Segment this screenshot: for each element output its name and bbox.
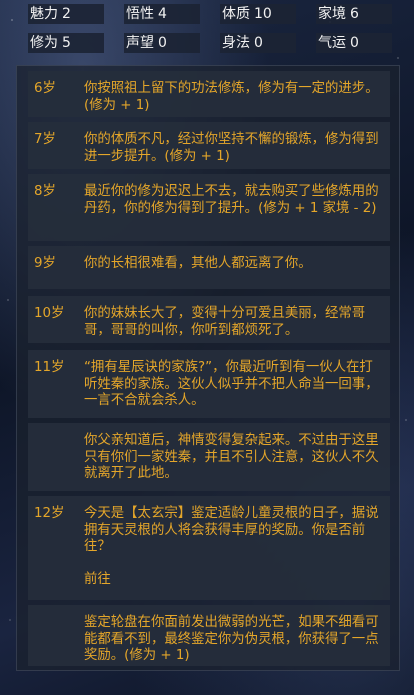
stat-value: 0: [158, 35, 167, 51]
stat-label: 修为: [30, 35, 58, 51]
log-entry: 你父亲知道后，神情变得复杂起来。不过由于这里只有你们一家姓秦，并且不引人注意，这…: [28, 423, 390, 491]
life-event-log[interactable]: 6岁 你按照祖上留下的功法修炼，修为有一定的进步。(修为 + 1) 7岁 你的体…: [16, 65, 400, 671]
log-entry: 8岁 最近你的修为迟迟上不去，就去购买了些修炼用的丹药，你的修为得到了提升。(修…: [28, 174, 390, 241]
stat-label: 家境: [318, 6, 346, 22]
stat-value: 0: [350, 35, 359, 51]
entry-text: 你父亲知道后，神情变得复杂起来。不过由于这里只有你们一家姓秦，并且不引人注意，这…: [84, 433, 384, 483]
log-entry: 11岁 “拥有星辰诀的家族?”，你最近听到有一伙人在打听姓秦的家族。这伙人似乎并…: [28, 350, 390, 418]
entry-line: 你的妹妹长大了，变得十分可爱且美丽，经常哥哥，哥哥的叫你，你听到都烦死了。: [84, 306, 366, 338]
stat-charm: 魅力 2: [28, 4, 104, 24]
stat-value: 0: [254, 35, 263, 51]
entry-line: 你按照祖上留下的功法修炼，修为有一定的进步。(修为 + 1): [84, 81, 379, 113]
stat-label: 气运: [318, 35, 346, 51]
entry-age: 10岁: [34, 306, 65, 321]
stat-label: 体质: [222, 6, 250, 22]
log-entry: 12岁 今天是【太玄宗】鉴定适龄儿童灵根的日子，据说拥有天灵根的人将会获得丰厚的…: [28, 496, 390, 600]
stat-value: 2: [62, 6, 71, 22]
log-entry: 鉴定轮盘在你面前发出微弱的光芒，如果不细看可能都看不到，最终鉴定你为伪灵根，你获…: [28, 605, 390, 666]
entry-age: 7岁: [34, 132, 56, 147]
stat-agility: 身法 0: [220, 33, 296, 53]
entry-text: “拥有星辰诀的家族?”，你最近听到有一伙人在打听姓秦的家族。这伙人似乎并不把人命…: [84, 360, 384, 410]
entry-line: 今天是【太玄宗】鉴定适龄儿童灵根的日子，据说拥有天灵根的人将会获得丰厚的奖励。你…: [84, 506, 379, 554]
entry-text: 最近你的修为迟迟上不去，就去购买了些修炼用的丹药，你的修为得到了提升。(修为 +…: [84, 184, 384, 217]
entry-text: 今天是【太玄宗】鉴定适龄儿童灵根的日子，据说拥有天灵根的人将会获得丰厚的奖励。你…: [84, 506, 384, 588]
log-entry: 7岁 你的体质不凡，经过你坚持不懈的锻炼，修为得到进一步提升。(修为 + 1): [28, 122, 390, 169]
entry-text: 鉴定轮盘在你面前发出微弱的光芒，如果不细看可能都看不到，最终鉴定你为伪灵根，你获…: [84, 615, 384, 665]
stat-value: 5: [62, 35, 71, 51]
entry-choice: 前往: [84, 571, 111, 587]
stat-value: 10: [254, 6, 272, 22]
stat-constitution: 体质 10: [220, 4, 296, 24]
entry-text: 你按照祖上留下的功法修炼，修为有一定的进步。(修为 + 1): [84, 81, 384, 114]
log-entry: 6岁 你按照祖上留下的功法修炼，修为有一定的进步。(修为 + 1): [28, 71, 390, 117]
stat-value: 6: [350, 6, 359, 22]
entry-line: 鉴定轮盘在你面前发出微弱的光芒，如果不细看可能都看不到，最终鉴定你为伪灵根，你获…: [84, 615, 379, 663]
stat-cultivation: 修为 5: [28, 33, 104, 53]
stat-label: 身法: [222, 35, 250, 51]
stat-comprehension: 悟性 4: [124, 4, 200, 24]
entry-text: 你的长相很难看，其他人都远离了你。: [84, 256, 384, 273]
entry-text: 你的体质不凡，经过你坚持不懈的锻炼，修为得到进一步提升。(修为 + 1): [84, 132, 384, 165]
stat-family-wealth: 家境 6: [316, 4, 392, 24]
entry-text: 你的妹妹长大了，变得十分可爱且美丽，经常哥哥，哥哥的叫你，你听到都烦死了。: [84, 306, 384, 339]
entry-age: 6岁: [34, 81, 56, 96]
stat-reputation: 声望 0: [124, 33, 200, 53]
stat-label: 魅力: [30, 6, 58, 22]
stat-luck: 气运 0: [316, 33, 392, 53]
log-entry: 9岁 你的长相很难看，其他人都远离了你。: [28, 246, 390, 289]
log-entry: 10岁 你的妹妹长大了，变得十分可爱且美丽，经常哥哥，哥哥的叫你，你听到都烦死了…: [28, 296, 390, 343]
entry-age: 12岁: [34, 506, 65, 521]
entry-line: 你的体质不凡，经过你坚持不懈的锻炼，修为得到进一步提升。(修为 + 1): [84, 132, 379, 164]
stat-label: 声望: [126, 35, 154, 51]
entry-age: 8岁: [34, 184, 56, 199]
entry-age: 11岁: [34, 360, 65, 375]
entry-line: “拥有星辰诀的家族?”，你最近听到有一伙人在打听姓秦的家族。这伙人似乎并不把人命…: [84, 360, 379, 408]
entry-line: 你的长相很难看，其他人都远离了你。: [84, 256, 312, 271]
stat-label: 悟性: [126, 6, 154, 22]
entry-age: 9岁: [34, 256, 56, 271]
entry-line: 最近你的修为迟迟上不去，就去购买了些修炼用的丹药，你的修为得到了提升。(修为 +…: [84, 184, 379, 216]
stat-value: 4: [158, 6, 167, 22]
entry-line: 你父亲知道后，神情变得复杂起来。不过由于这里只有你们一家姓秦，并且不引人注意，这…: [84, 433, 379, 481]
